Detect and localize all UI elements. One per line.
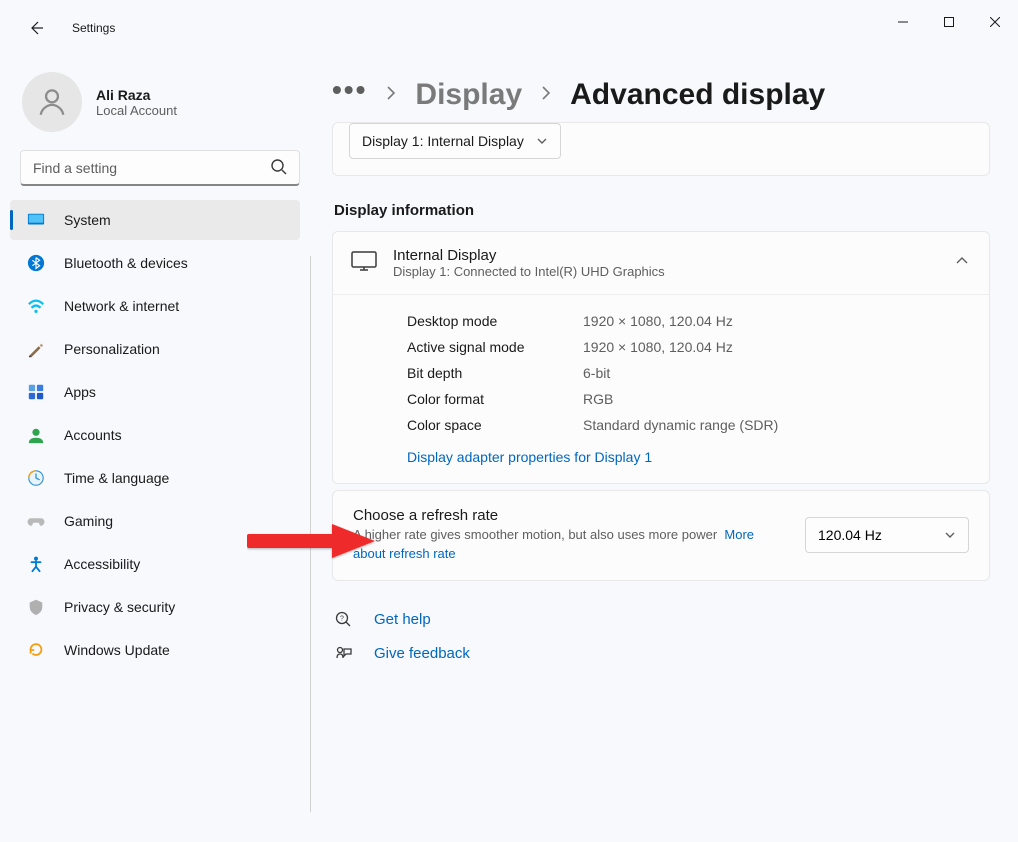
sidebar-item-label: Apps — [64, 384, 96, 400]
info-value: 1920 × 1080, 120.04 Hz — [583, 313, 733, 329]
feedback-icon — [334, 645, 354, 663]
search-icon — [270, 158, 288, 176]
display-info-body: Desktop mode 1920 × 1080, 120.04 Hz Acti… — [333, 294, 989, 483]
info-label: Color format — [407, 391, 583, 407]
sidebar-item-label: Bluetooth & devices — [64, 255, 188, 271]
display-select-card: Display 1: Internal Display — [332, 122, 990, 176]
info-value: 6-bit — [583, 365, 610, 381]
accounts-icon — [26, 425, 46, 445]
system-icon — [26, 210, 46, 230]
maximize-button[interactable] — [926, 6, 972, 38]
main-content: ••• Display Advanced display Display 1: … — [310, 56, 1018, 842]
personalization-icon — [26, 339, 46, 359]
get-help-row: ? Get help — [332, 603, 990, 637]
sidebar-item-network[interactable]: Network & internet — [10, 286, 300, 326]
update-icon — [26, 640, 46, 660]
sidebar-item-apps[interactable]: Apps — [10, 372, 300, 412]
sidebar-nav: System Bluetooth & devices Network & int… — [10, 200, 310, 670]
profile-account-type: Local Account — [96, 103, 177, 118]
chevron-right-icon — [383, 85, 399, 106]
sidebar-item-personalization[interactable]: Personalization — [10, 329, 300, 369]
sidebar-item-time[interactable]: Time & language — [10, 458, 300, 498]
sidebar-item-accessibility[interactable]: Accessibility — [10, 544, 300, 584]
refresh-rate-dropdown[interactable]: 120.04 Hz — [805, 517, 969, 553]
sidebar-item-label: Accounts — [64, 427, 122, 443]
info-value: RGB — [583, 391, 613, 407]
sidebar-item-bluetooth[interactable]: Bluetooth & devices — [10, 243, 300, 283]
display-info-title: Internal Display — [393, 247, 939, 264]
sidebar-item-label: Gaming — [64, 513, 113, 529]
sidebar-item-label: Privacy & security — [64, 599, 175, 615]
refresh-rate-subtitle: A higher rate gives smoother motion, but… — [353, 526, 789, 564]
app-title: Settings — [72, 21, 115, 35]
monitor-icon — [351, 251, 377, 276]
display-select-dropdown[interactable]: Display 1: Internal Display — [349, 123, 561, 159]
feedback-row: Give feedback — [332, 637, 990, 671]
sidebar-item-label: System — [64, 212, 111, 228]
info-row-active-signal: Active signal mode 1920 × 1080, 120.04 H… — [407, 339, 969, 365]
privacy-icon — [26, 597, 46, 617]
chevron-right-icon — [538, 85, 554, 106]
sidebar-item-gaming[interactable]: Gaming — [10, 501, 300, 541]
refresh-rate-value: 120.04 Hz — [818, 527, 882, 543]
info-label: Color space — [407, 417, 583, 433]
sidebar-item-label: Accessibility — [64, 556, 140, 572]
svg-text:?: ? — [340, 615, 344, 622]
profile-name: Ali Raza — [96, 87, 177, 103]
info-row-desktop-mode: Desktop mode 1920 × 1080, 120.04 Hz — [407, 313, 969, 339]
profile-block[interactable]: Ali Raza Local Account — [10, 62, 310, 150]
sidebar-item-label: Network & internet — [64, 298, 179, 314]
info-label: Bit depth — [407, 365, 583, 381]
give-feedback-link[interactable]: Give feedback — [374, 645, 470, 662]
info-row-color-format: Color format RGB — [407, 391, 969, 417]
info-value: 1920 × 1080, 120.04 Hz — [583, 339, 733, 355]
breadcrumb: ••• Display Advanced display — [332, 56, 990, 122]
display-info-card: Internal Display Display 1: Connected to… — [332, 231, 990, 484]
display-info-subtitle: Display 1: Connected to Intel(R) UHD Gra… — [393, 264, 939, 279]
time-icon — [26, 468, 46, 488]
info-row-bit-depth: Bit depth 6-bit — [407, 365, 969, 391]
accessibility-icon — [26, 554, 46, 574]
app-header: Settings — [0, 0, 1018, 56]
sidebar-item-label: Personalization — [64, 341, 160, 357]
chevron-down-icon — [944, 529, 956, 541]
info-label: Desktop mode — [407, 313, 583, 329]
breadcrumb-ellipsis[interactable]: ••• — [332, 84, 367, 105]
search-input[interactable] — [20, 150, 300, 186]
section-title: Display information — [332, 176, 990, 231]
info-label: Active signal mode — [407, 339, 583, 355]
minimize-button[interactable] — [880, 6, 926, 38]
chevron-up-icon — [955, 254, 969, 273]
info-value: Standard dynamic range (SDR) — [583, 417, 778, 433]
breadcrumb-current: Advanced display — [570, 78, 825, 112]
content-divider — [310, 256, 311, 812]
bluetooth-icon — [26, 253, 46, 273]
sidebar-item-accounts[interactable]: Accounts — [10, 415, 300, 455]
refresh-rate-card: Choose a refresh rate A higher rate give… — [332, 490, 990, 581]
close-button[interactable] — [972, 6, 1018, 38]
display-select-value: Display 1: Internal Display — [362, 133, 524, 149]
info-row-color-space: Color space Standard dynamic range (SDR) — [407, 417, 969, 443]
network-icon — [26, 296, 46, 316]
sidebar-item-label: Time & language — [64, 470, 169, 486]
apps-icon — [26, 382, 46, 402]
sidebar-item-update[interactable]: Windows Update — [10, 630, 300, 670]
get-help-link[interactable]: Get help — [374, 611, 431, 628]
breadcrumb-display-link[interactable]: Display — [415, 78, 522, 112]
gaming-icon — [26, 511, 46, 531]
display-info-header[interactable]: Internal Display Display 1: Connected to… — [333, 232, 989, 294]
sidebar-item-privacy[interactable]: Privacy & security — [10, 587, 300, 627]
display-adapter-properties-link[interactable]: Display adapter properties for Display 1 — [407, 443, 652, 465]
back-button[interactable] — [16, 8, 56, 48]
chevron-down-icon — [536, 135, 548, 147]
sidebar: Ali Raza Local Account System Bluetooth … — [0, 56, 310, 842]
help-icon: ? — [334, 611, 354, 629]
sidebar-item-label: Windows Update — [64, 642, 170, 658]
sidebar-item-system[interactable]: System — [10, 200, 300, 240]
refresh-rate-title: Choose a refresh rate — [353, 507, 789, 526]
window-caption-buttons — [880, 0, 1018, 44]
avatar — [22, 72, 82, 132]
